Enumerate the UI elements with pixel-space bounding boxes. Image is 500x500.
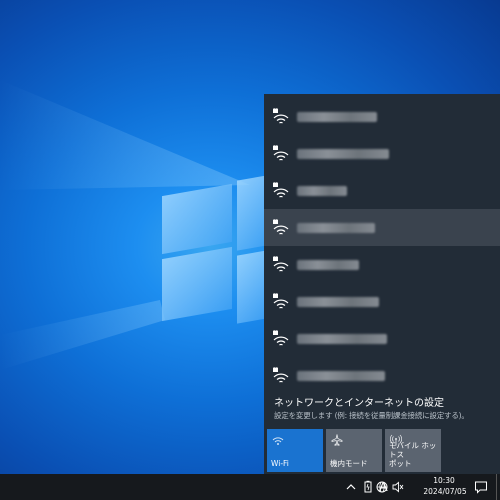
wifi-secured-icon <box>273 367 289 383</box>
network-list-item[interactable] <box>264 283 500 320</box>
wifi-secured-icon <box>273 330 289 346</box>
network-list-item[interactable] <box>264 135 500 172</box>
network-list-item[interactable] <box>264 320 500 357</box>
taskbar: A 10:30 2024/07/05 <box>0 474 500 500</box>
network-list-item[interactable] <box>264 246 500 283</box>
show-desktop-button[interactable] <box>496 474 500 500</box>
wifi-icon <box>272 437 284 445</box>
network-list-item[interactable] <box>264 209 500 246</box>
airplane-tile-label: 機内モード <box>330 459 368 468</box>
wifi-tile-label: Wi-Fi <box>271 459 289 468</box>
hotspot-tile-label: モバイル ホットス ポット <box>389 441 441 468</box>
wifi-toggle-tile[interactable]: Wi-Fi <box>267 429 323 472</box>
wifi-secured-icon <box>273 219 289 235</box>
network-ssid-redacted <box>297 297 379 307</box>
network-list-item[interactable] <box>264 98 500 135</box>
battery-icon[interactable] <box>361 480 375 494</box>
wifi-secured-icon <box>273 108 289 124</box>
notification-center-icon[interactable] <box>474 480 488 494</box>
hotspot-label-line1: モバイル ホットス <box>389 441 437 459</box>
clock-date: 2024/07/05 <box>423 487 467 496</box>
wifi-secured-icon <box>273 145 289 161</box>
volume-muted-icon[interactable] <box>391 480 405 494</box>
airplane-icon <box>331 434 343 446</box>
network-list-item[interactable] <box>264 172 500 209</box>
clock-time: 10:30 <box>433 476 455 485</box>
wifi-secured-icon <box>273 256 289 272</box>
hotspot-label-line2: ポット <box>389 459 412 468</box>
network-ssid-redacted <box>297 334 387 344</box>
network-ssid-redacted <box>297 260 359 270</box>
ime-mode-indicator[interactable]: A <box>379 479 388 494</box>
network-ssid-redacted <box>297 371 385 381</box>
network-ssid-redacted <box>297 186 347 196</box>
network-ssid-redacted <box>297 112 377 122</box>
mobile-hotspot-tile[interactable]: モバイル ホットス ポット <box>385 429 441 472</box>
airplane-mode-tile[interactable]: 機内モード <box>326 429 382 472</box>
network-flyout: ネットワークとインターネットの設定 設定を変更します (例: 接続を従量制課金接… <box>264 94 500 474</box>
network-settings-link[interactable]: ネットワークとインターネットの設定 <box>274 394 444 409</box>
network-ssid-redacted <box>297 149 389 159</box>
network-ssid-redacted <box>297 223 375 233</box>
network-list-item[interactable] <box>264 357 500 394</box>
network-settings-subtext: 設定を変更します (例: 接続を従量制課金接続に設定する)。 <box>274 411 469 420</box>
wifi-secured-icon <box>273 293 289 309</box>
wifi-secured-icon <box>273 182 289 198</box>
chevron-up-icon[interactable] <box>344 480 358 494</box>
